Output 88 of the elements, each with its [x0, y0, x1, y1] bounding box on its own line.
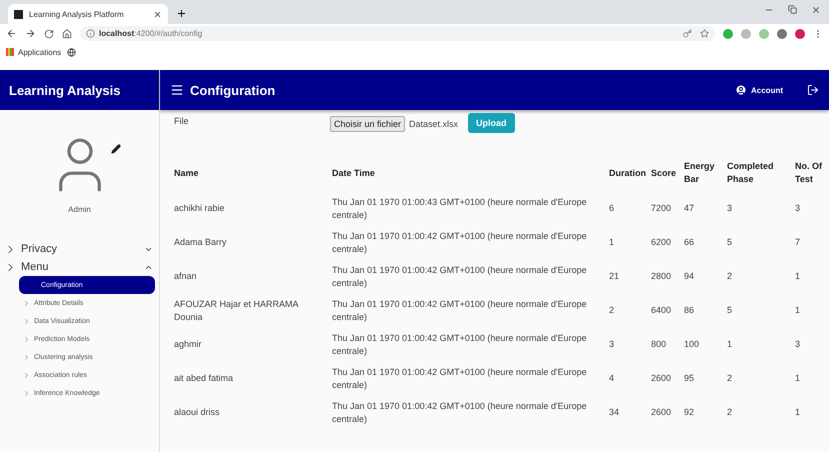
column-header: No. Of Test: [795, 160, 823, 186]
table-cell-text: 2800: [651, 270, 672, 284]
table-cell-text: 5: [727, 236, 734, 250]
table-cell-text: 1: [727, 338, 734, 352]
table-cell-text: Thu Jan 01 1970 01:00:42 GMT+0100 (heure normale d'Europe centrale): [332, 230, 588, 256]
table-cell-text: Adama Barry: [174, 236, 228, 250]
table-cell-text: 2600: [651, 372, 672, 386]
table-cell-text: 3: [609, 338, 616, 352]
table-cell-text: Thu Jan 01 1970 01:00:43 GMT+0100 (heure normale d'Europe centrale): [332, 196, 588, 222]
table-cell-text: alaoui driss: [174, 406, 221, 420]
home-icon[interactable]: [62, 28, 72, 38]
profile-icon[interactable]: [795, 28, 805, 38]
table-cell-text: 94: [684, 270, 696, 284]
globe-icon[interactable]: [67, 48, 76, 56]
table-cell-text: 21: [609, 270, 620, 284]
table-cell-text: Thu Jan 01 1970 01:00:42 GMT+0100 (heure normale d'Europe centrale): [332, 264, 588, 290]
logout-icon[interactable]: [807, 84, 819, 96]
key-icon[interactable]: [683, 29, 692, 38]
forward-icon[interactable]: [25, 28, 36, 39]
table-cell-text: Thu Jan 01 1970 01:00:42 GMT+0100 (heure normale d'Europe centrale): [332, 332, 588, 358]
table-cell-text: afnan: [174, 270, 198, 284]
table-cell-text: AFOUZAR Hajar et HARRAMA Dounia: [174, 298, 300, 324]
info-icon: [86, 29, 95, 38]
table-cell-text: 2: [727, 406, 734, 420]
back-icon[interactable]: [6, 28, 17, 39]
column-header: Completed Phase: [727, 160, 775, 186]
table-cell-text: 5: [727, 304, 734, 318]
choose-file-button[interactable]: Choisir un fichier: [330, 116, 406, 132]
table-cell-text: ait abed fatima: [174, 372, 234, 386]
table-cell-text: 86: [684, 304, 696, 318]
column-header: Duration: [609, 166, 647, 180]
table-cell-text: 1: [795, 406, 802, 420]
column-header: Name: [174, 166, 200, 180]
table-cell-text: Thu Jan 01 1970 01:00:42 GMT+0100 (heure normale d'Europe centrale): [332, 366, 588, 392]
address-bar[interactable]: localhost:4200/#/auth/config: [80, 26, 715, 41]
table-cell-text: 6: [609, 202, 616, 216]
table-cell-text: 1: [609, 236, 616, 250]
account-icon: [735, 84, 747, 96]
table-cell-text: 3: [795, 202, 802, 216]
table-cell-text: 4: [609, 372, 616, 386]
reload-icon[interactable]: [44, 28, 54, 38]
table-cell-text: 2: [727, 270, 734, 284]
bookmark-link[interactable]: Applications: [6, 48, 62, 56]
file-name: Dataset.xlsx: [409, 119, 460, 129]
page-title: Configuration: [190, 82, 276, 98]
table-cell-text: 3: [727, 202, 734, 216]
table-cell-text: 2: [609, 304, 616, 318]
table-cell-text: 95: [684, 372, 696, 386]
column-header: Energy Bar: [684, 160, 716, 186]
column-header: Date Time: [332, 166, 376, 180]
table-cell-text: 2: [727, 372, 734, 386]
browser-tab[interactable]: Learning Analysis Platform: [8, 4, 168, 24]
table-cell-text: 1: [795, 270, 802, 284]
account-button[interactable]: Account: [729, 83, 789, 97]
table-cell-text: aghmir: [174, 338, 203, 352]
table-cell-text: 6400: [651, 304, 672, 318]
close-icon[interactable]: [153, 10, 162, 18]
table-cell-text: 92: [684, 406, 696, 420]
app-title: Learning Analysis: [0, 70, 159, 110]
table-cell-text: Thu Jan 01 1970 01:00:42 GMT+0100 (heure normale d'Europe centrale): [332, 400, 588, 426]
table-cell-text: 7: [795, 236, 802, 250]
favicon-icon: [14, 10, 23, 18]
new-tab-icon[interactable]: [176, 8, 187, 19]
table-cell-text: 1: [795, 372, 802, 386]
star-icon[interactable]: [700, 29, 709, 38]
column-header: Score: [651, 166, 678, 180]
table-cell-text: 66: [684, 236, 696, 250]
table-cell-text: 1: [795, 304, 802, 318]
table-cell-text: 34: [609, 406, 620, 420]
table-cell-text: 47: [684, 202, 696, 216]
restore-icon[interactable]: [788, 4, 797, 14]
tab-title: Learning Analysis Platform: [29, 10, 124, 18]
table-cell-text: 7200: [651, 202, 672, 216]
menu-icon[interactable]: [170, 83, 184, 97]
table-cell-text: 2600: [651, 406, 672, 420]
user-name: Admin: [68, 205, 91, 214]
table-cell-text: 100: [684, 338, 700, 352]
table-cell-text: 800: [651, 338, 668, 352]
edit-icon[interactable]: [110, 144, 120, 154]
nav-group[interactable]: Privacy: [0, 240, 159, 258]
table-cell-text: 3: [795, 338, 802, 352]
url-text: localhost:4200/#/auth/config: [99, 29, 202, 38]
file-label: File: [174, 116, 190, 126]
nav-group[interactable]: Menu: [0, 258, 159, 276]
table-cell-text: Thu Jan 01 1970 01:00:42 GMT+0100 (heure normale d'Europe centrale): [332, 298, 588, 324]
close-icon[interactable]: [811, 4, 821, 14]
table-cell-text: 6200: [651, 236, 672, 250]
table-cell-text: achikhi rabie: [174, 202, 226, 216]
